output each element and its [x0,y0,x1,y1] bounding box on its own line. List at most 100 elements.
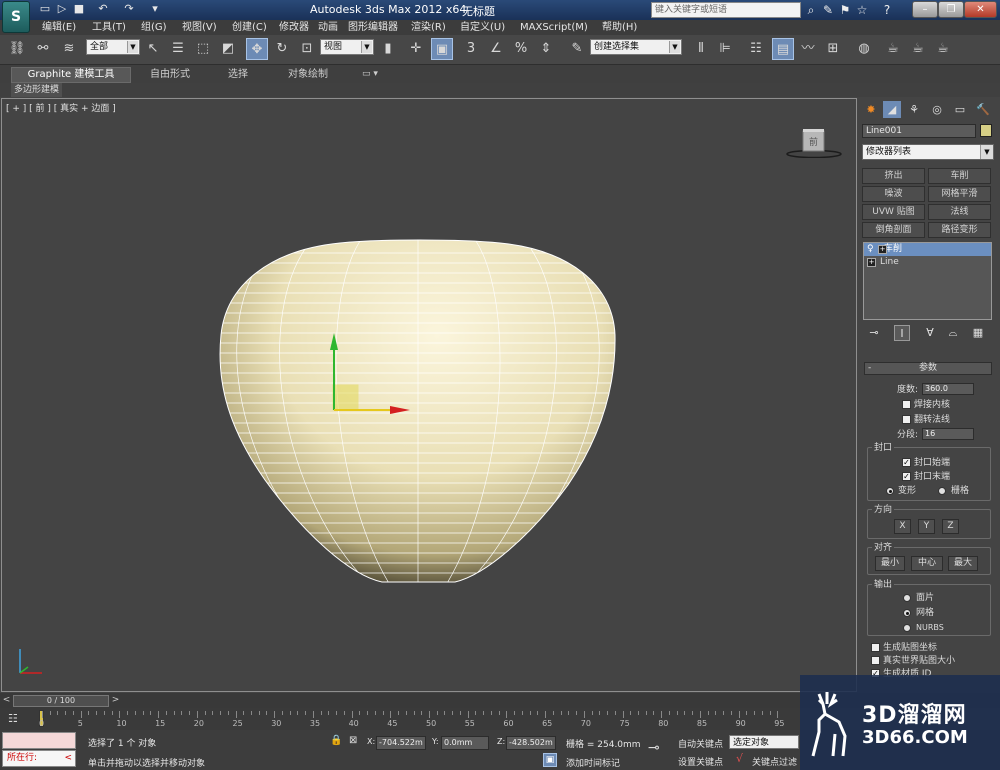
gen-mapping-checkbox[interactable] [871,643,880,652]
flip-normals-checkbox[interactable] [902,415,911,424]
modifier-list-dropdown[interactable]: 修改器列表 ▼ [862,144,994,160]
menu-edit[interactable]: 编辑(E) [42,20,76,35]
rollout-header[interactable]: - 参数 [864,362,992,375]
key-filter-icon[interactable]: √ [736,752,748,766]
quick-access-dropdown-icon[interactable]: ▾ [148,2,162,16]
tab-selection[interactable]: 选择 [228,67,248,82]
minimize-button[interactable]: – [912,1,938,18]
edit-named-selection-icon[interactable]: ✎ [566,38,588,60]
graphite-toggle-icon[interactable]: ▤ [772,38,794,60]
output-mesh-radio[interactable] [903,609,911,617]
degrees-spinner[interactable]: 360.0 [922,383,974,395]
maxscript-listener[interactable] [2,732,76,749]
align-max-button[interactable]: 最大 [948,556,978,571]
auto-key-button[interactable]: 自动关键点 [678,737,723,750]
binoculars-icon[interactable]: ⌕ [803,2,819,18]
y-coordinate-field[interactable]: 0.0mm [441,736,489,750]
align-center-button[interactable]: 中心 [911,556,943,571]
grid-radio[interactable] [938,487,946,495]
select-object-icon[interactable]: ↖ [142,38,164,60]
hierarchy-tab-icon[interactable]: ⚘ [905,101,923,118]
menu-views[interactable]: 视图(V) [182,20,217,35]
viewport-label[interactable]: [ + ] [ 前 ] [ 真实 + 边面 ] [6,101,116,114]
keyboard-shortcut-override-icon[interactable]: ▣ [431,38,453,60]
window-crossing-icon[interactable]: ◩ [217,38,239,60]
layer-manager-icon[interactable]: ☷ [745,38,767,60]
menu-modifiers[interactable]: 修改器 [279,20,309,35]
angle-snap-icon[interactable]: ∠ [485,38,507,60]
viewcube[interactable]: 前 [786,126,842,158]
maxscript-line-field[interactable]: 所在行: < [2,750,76,767]
meshsmooth-button[interactable]: 网格平滑 [928,186,991,202]
make-unique-icon[interactable]: ∀ [922,325,938,341]
expand-icon[interactable]: + [867,258,876,267]
axis-x-button[interactable]: X [894,519,911,534]
restore-button[interactable]: ❐ [938,1,964,18]
z-coordinate-field[interactable]: -428.502m [506,736,556,750]
unlink-icon[interactable]: ⚯ [32,38,54,60]
object-color-swatch[interactable] [980,124,992,137]
lathe-button[interactable]: 车削 [928,168,991,184]
tab-freeform[interactable]: 自由形式 [150,67,190,82]
pin-stack-icon[interactable]: ⊸ [866,325,882,341]
move-gizmo[interactable] [318,325,418,420]
tools-icon[interactable]: ✎ [820,2,836,18]
menu-help[interactable]: 帮助(H) [602,20,637,35]
close-button[interactable]: ✕ [964,1,997,18]
select-by-name-icon[interactable]: ☰ [167,38,189,60]
pivot-center-icon[interactable]: ▮ [377,38,399,60]
segments-spinner[interactable]: 16 [922,428,974,440]
lightbulb-icon[interactable]: ♀ [867,245,876,254]
render-setup-icon[interactable]: ☕ [882,38,904,60]
menu-animation[interactable]: 动画 [318,20,338,35]
open-file-icon[interactable]: ▷ [55,2,69,16]
set-key-button[interactable]: 设置关键点 [678,755,723,768]
x-coordinate-field[interactable]: -704.522m [376,736,426,750]
material-editor-icon[interactable]: ◍ [853,38,875,60]
bevel-profile-button[interactable]: 倒角剖面 [862,222,925,238]
output-nurbs-radio[interactable] [903,624,911,632]
menu-tools[interactable]: 工具(T) [92,20,126,35]
axis-z-button[interactable]: Z [942,519,959,534]
community-icon[interactable]: ⚑ [837,2,853,18]
polygon-modeling-label[interactable]: 多边形建模 [11,83,63,97]
cap-start-checkbox[interactable]: ✓ [902,458,911,467]
rendered-frame-icon[interactable]: ☕ [907,38,929,60]
key-filters-button[interactable]: 关键点过滤 [752,755,797,768]
select-and-scale-icon[interactable]: ⊡ [296,38,318,60]
render-production-icon[interactable]: ☕ [932,38,954,60]
menu-create[interactable]: 创建(C) [232,20,267,35]
curve-editor-icon[interactable]: 〰 [797,38,819,60]
lock-selection-icon[interactable]: 🔒 [330,735,342,749]
key-icon[interactable]: ⊸ [648,740,670,756]
app-logo-icon[interactable]: S [2,1,30,33]
noise-button[interactable]: 噪波 [862,186,925,202]
remove-modifier-icon[interactable]: ⌓ [945,325,961,341]
menu-graph-editors[interactable]: 图形编辑器 [348,20,398,35]
menu-group[interactable]: 组(G) [141,20,167,35]
uvw-map-button[interactable]: UVW 贴图 [862,204,925,220]
spinner-snap-icon[interactable]: ⇕ [535,38,557,60]
axis-y-button[interactable]: Y [918,519,935,534]
create-tab-icon[interactable]: ✸ [862,101,880,118]
stack-item-line[interactable]: Line [864,256,991,269]
modify-tab-icon[interactable]: ◢ [883,101,901,118]
select-manipulate-icon[interactable]: ✛ [405,38,427,60]
menu-customize[interactable]: 自定义(U) [460,20,505,35]
configure-sets-icon[interactable]: ▦ [970,325,986,341]
extrude-button[interactable]: 挤出 [862,168,925,184]
search-input[interactable]: 键入关键字或短语 [651,2,801,18]
schematic-view-icon[interactable]: ⊞ [822,38,844,60]
star-icon[interactable]: ☆ [854,2,870,18]
next-frame-icon[interactable]: > [110,694,121,707]
output-patch-radio[interactable] [903,594,911,602]
rectangle-selection-icon[interactable]: ⬚ [192,38,214,60]
redo-icon[interactable]: ↷ [122,2,136,16]
percent-snap-icon[interactable]: % [510,38,532,60]
tab-object-paint[interactable]: 对象绘制 [288,67,328,82]
motion-tab-icon[interactable]: ◎ [928,101,946,118]
help-icon[interactable]: ? [879,2,895,18]
previous-frame-icon[interactable]: < [1,694,12,707]
link-icon[interactable]: ⛓ [6,38,28,60]
undo-icon[interactable]: ↶ [96,2,110,16]
